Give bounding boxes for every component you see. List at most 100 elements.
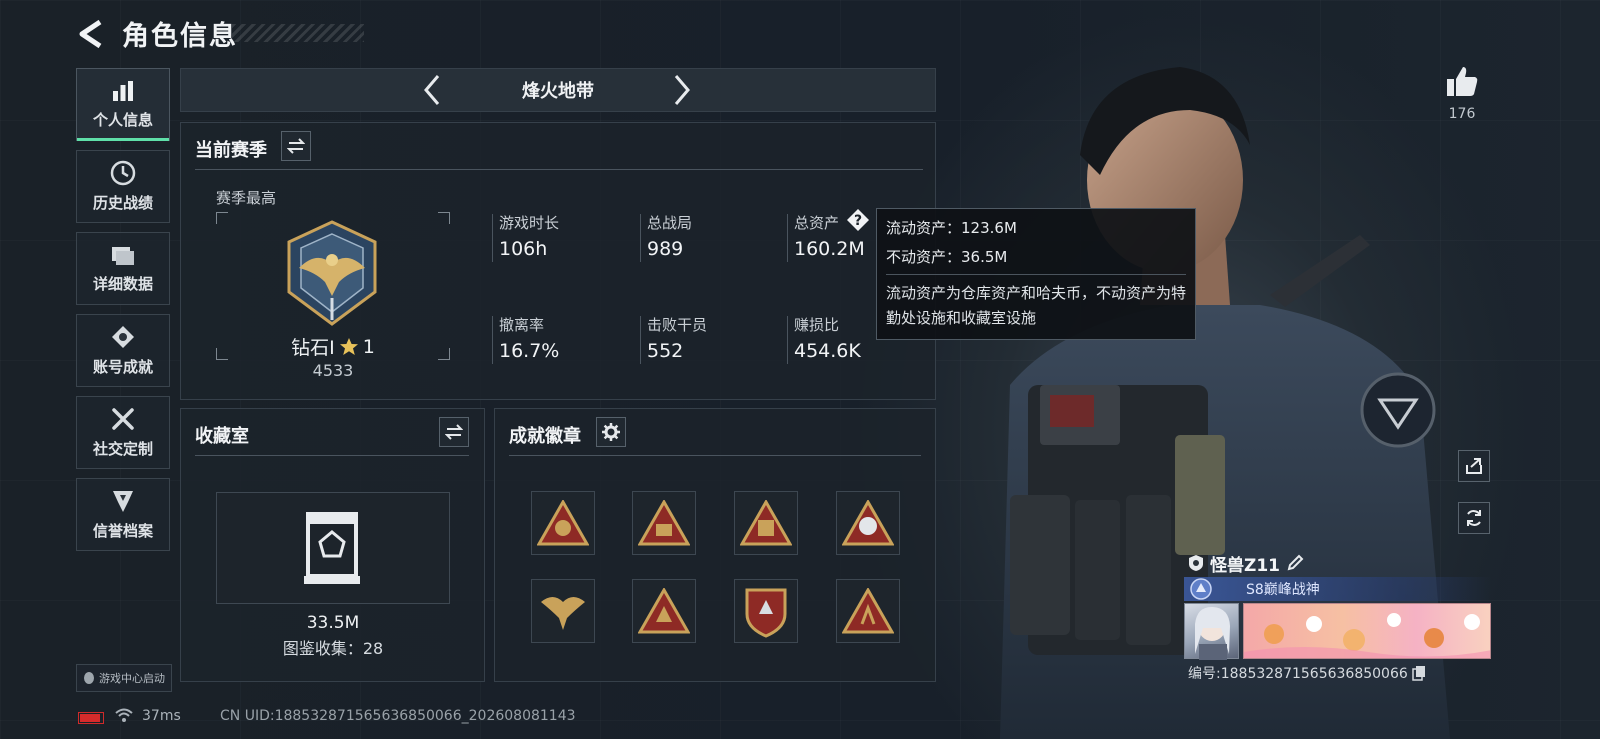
nav-label: 账号成就	[92, 358, 153, 376]
back-arrow-icon	[79, 19, 102, 49]
rank-name-row: 钻石I 1	[216, 333, 450, 360]
title-emblem-icon	[1190, 578, 1212, 600]
battery-indicator	[78, 712, 104, 724]
season-switch-button[interactable]	[281, 131, 311, 161]
nav-item-achievements[interactable]: 账号成就	[76, 314, 170, 387]
banner-cats-icon	[1244, 613, 1490, 658]
stat-label-playtime: 游戏时长	[499, 214, 560, 232]
page-title: 角色信息	[122, 21, 238, 52]
svg-text:?: ?	[854, 213, 862, 229]
player-banner[interactable]	[1243, 603, 1491, 659]
player-card[interactable]: 怪兽Z11 S8巅峰战神 编号:18853287156563​6850066	[1184, 549, 1492, 689]
stat-label-extract-rate: 撤离率	[499, 316, 545, 334]
avatar-portrait-icon	[1195, 606, 1230, 660]
stat-value-profit-ratio: 454.6K	[794, 340, 861, 362]
badge-medal[interactable]	[632, 579, 696, 643]
stat-label-total-matches: 总战局	[647, 214, 693, 232]
nav-label: 个人信息	[92, 111, 153, 129]
asset-tooltip: 流动资产：123.6M 不动资产：36.5M 流动资产为仓库资产和哈夫币，不动资…	[876, 208, 1196, 340]
badge-medal[interactable]	[531, 579, 595, 643]
tooltip-description: 流动资产为仓库资产和哈夫币，不动资产为特勤处设施和收藏室设施	[886, 284, 1187, 327]
like-count: 176	[1448, 106, 1476, 122]
gear-icon	[602, 423, 620, 441]
rank-score: 4533	[312, 361, 354, 380]
badges-settings-button[interactable]	[596, 417, 626, 447]
collection-title: 收藏室	[195, 426, 249, 447]
stat-value-extract-rate: 16.7%	[499, 340, 560, 362]
back-button[interactable]	[76, 18, 108, 50]
medal-eagle-icon	[541, 597, 585, 630]
season-high-label: 赛季最高	[216, 189, 277, 207]
nav-item-social-custom[interactable]: 社交定制	[76, 396, 170, 469]
nav-label: 历史战绩	[92, 194, 153, 212]
game-center-launch-badge[interactable]: 游戏中心启动	[76, 664, 172, 692]
launch-label: 游戏中心启动	[99, 672, 165, 685]
chevron-left-icon	[424, 75, 440, 105]
ping-value: 37ms	[142, 708, 181, 724]
player-id: 编号:18853287156563​6850066	[1188, 666, 1408, 682]
nav-label: 社交定制	[92, 440, 153, 458]
stat-divider	[640, 214, 641, 262]
refresh-button[interactable]	[1458, 502, 1490, 534]
tools-icon	[110, 406, 136, 432]
stat-value-total-matches: 989	[647, 238, 684, 260]
badge-medal[interactable]	[836, 491, 900, 555]
stat-value-kills: 552	[647, 340, 684, 362]
medal-shield-icon	[745, 588, 787, 638]
player-title-bar: S8巅峰战神	[1184, 577, 1492, 601]
wifi-icon	[115, 708, 133, 722]
nav-item-reputation[interactable]: 信誉档案	[76, 478, 170, 551]
collection-value: 33.5M	[306, 613, 360, 633]
folder-icon	[110, 243, 136, 267]
stat-label-total-assets: 总资产	[794, 214, 840, 232]
nav-label: 详细数据	[92, 275, 153, 293]
badge-medal[interactable]	[734, 579, 798, 643]
nav-item-detailed-data[interactable]: 详细数据	[76, 232, 170, 305]
medal-s8-icon	[740, 500, 792, 546]
map-name: 烽火地带	[522, 81, 594, 102]
player-name: 怪兽Z11	[1210, 555, 1280, 576]
share-icon	[1466, 458, 1482, 474]
panel-divider	[195, 169, 923, 170]
nav-item-personal-info[interactable]: 个人信息	[76, 68, 170, 141]
title-decoration	[232, 24, 364, 42]
map-next-button[interactable]	[664, 72, 700, 108]
season-title: 当前赛季	[195, 140, 267, 161]
stat-value-playtime: 106h	[499, 238, 548, 260]
badge-medal[interactable]	[836, 579, 900, 643]
stat-divider	[492, 316, 493, 364]
thumbs-up-icon[interactable]	[1444, 64, 1480, 100]
swap-icon	[445, 424, 463, 440]
refresh-icon	[1467, 510, 1481, 526]
help-icon[interactable]: ?	[846, 208, 870, 232]
badges-title: 成就徽章	[509, 426, 581, 447]
badge-medal[interactable]	[632, 491, 696, 555]
medal-triangle-icon	[638, 588, 690, 634]
star-icon	[339, 337, 358, 355]
rank-stars: 1	[362, 335, 375, 358]
tooltip-divider	[886, 274, 1186, 275]
player-id-row: 编号:18853287156563​6850066	[1188, 663, 1426, 683]
bar-chart-icon	[111, 79, 135, 103]
stat-value-total-assets: 160.2M	[794, 238, 865, 260]
stat-divider	[787, 316, 788, 364]
tooltip-fixed-assets: 不动资产：36.5M	[886, 248, 1008, 266]
clock-icon	[110, 160, 136, 186]
stat-label-profit-ratio: 赚损比	[794, 316, 840, 334]
map-prev-button[interactable]	[414, 72, 450, 108]
copy-icon[interactable]	[1412, 665, 1426, 681]
rank-name: 钻石I	[291, 337, 335, 359]
collection-count: 图鉴收集：28	[282, 639, 384, 658]
medal-s6-icon	[638, 500, 690, 546]
collection-display-case-icon	[304, 512, 360, 584]
nav-item-history[interactable]: 历史战绩	[76, 150, 170, 223]
badge-medal[interactable]	[531, 491, 595, 555]
stat-divider	[492, 214, 493, 262]
avatar[interactable]	[1184, 603, 1239, 660]
collection-switch-button[interactable]	[439, 417, 469, 447]
chevron-right-icon	[674, 75, 690, 105]
edit-icon[interactable]	[1286, 554, 1304, 572]
badge-medal[interactable]	[734, 491, 798, 555]
achievement-icon	[110, 324, 136, 350]
share-button[interactable]	[1458, 450, 1490, 482]
